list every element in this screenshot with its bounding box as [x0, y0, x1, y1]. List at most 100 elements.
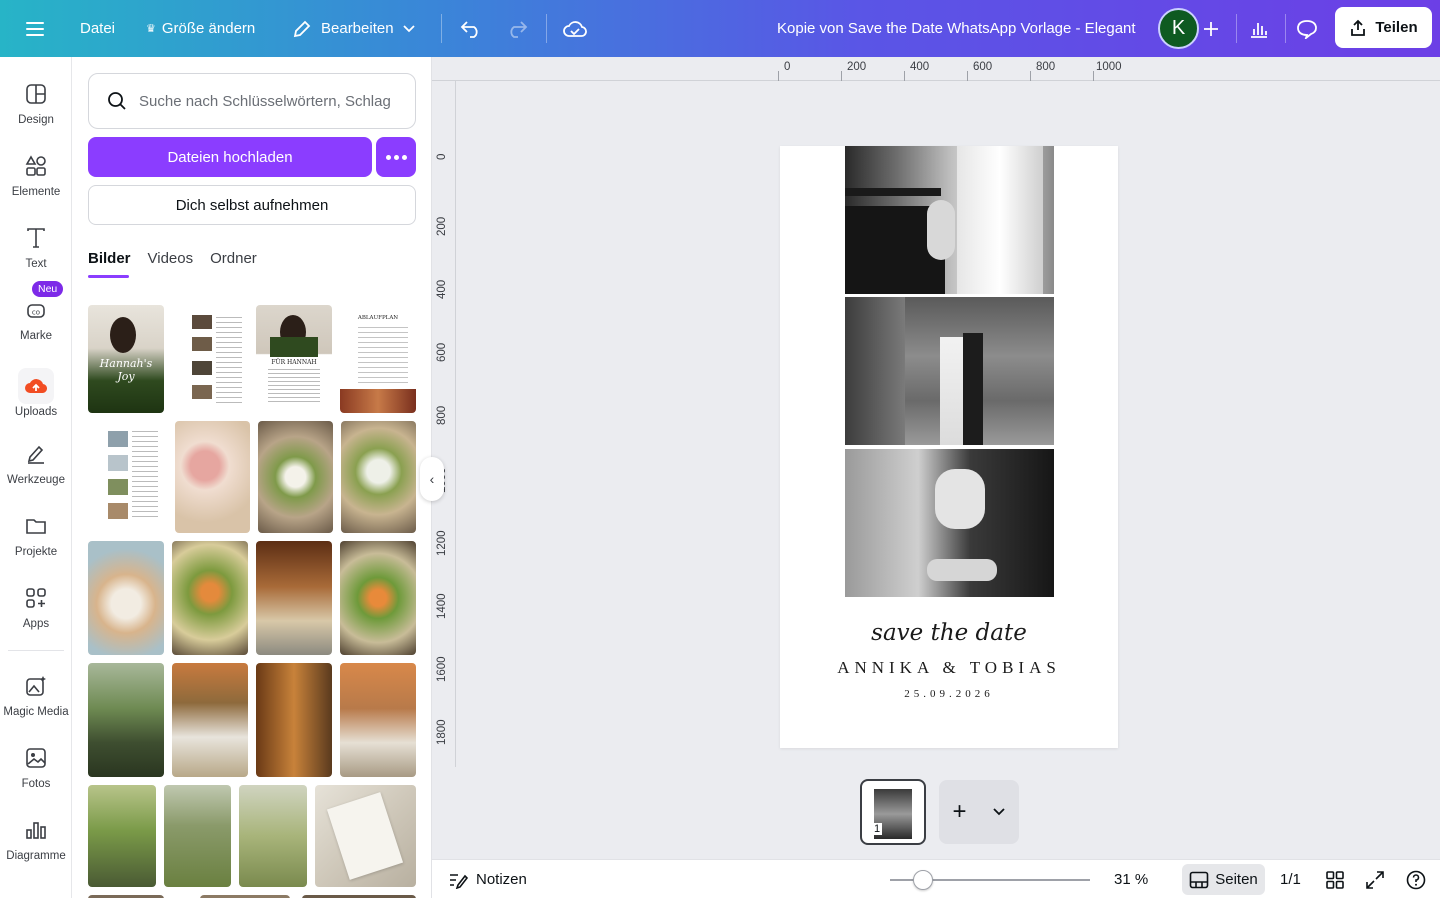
rail-item-magic-media[interactable]: Magic Media	[0, 672, 72, 718]
photo-embrace[interactable]	[845, 449, 1054, 597]
upload-thumbnail[interactable]	[164, 785, 231, 887]
pages-icon	[1189, 871, 1209, 888]
date-line[interactable]: 25.09.2026	[780, 688, 1118, 700]
upload-thumbnail[interactable]	[258, 421, 333, 533]
rail-item-uploads[interactable]: Uploads	[0, 368, 72, 418]
divider	[441, 14, 442, 43]
magic-media-icon	[22, 672, 50, 700]
file-menu[interactable]: Datei	[80, 0, 115, 57]
chevron-down-icon	[993, 808, 1006, 816]
search-icon	[108, 92, 126, 110]
notes-button[interactable]: Notizen	[448, 860, 527, 898]
divider	[8, 650, 64, 651]
ruler-top: 0 200 400 600 800 1000	[778, 57, 1440, 81]
zoom-slider-knob[interactable]	[913, 870, 933, 890]
upload-thumbnail[interactable]	[256, 541, 332, 655]
upload-files-button[interactable]: Dateien hochladen	[88, 137, 372, 177]
page-thumbnail[interactable]: 1	[860, 779, 926, 845]
add-page-button[interactable]: +	[939, 780, 1019, 844]
pencil-icon	[293, 20, 311, 37]
upload-thumbnail[interactable]	[172, 541, 248, 655]
uploads-panel: Suche nach Schlüsselwörtern, Schlag Date…	[72, 57, 432, 898]
upload-thumbnail[interactable]	[88, 785, 156, 887]
rail-item-tools[interactable]: Werkzeuge	[0, 440, 72, 486]
rail-item-brand[interactable]: co Marke	[0, 296, 72, 342]
tab-videos[interactable]: Videos	[148, 250, 194, 267]
apps-icon	[22, 584, 50, 612]
search-input[interactable]: Suche nach Schlüsselwörtern, Schlag	[88, 73, 416, 129]
undo-icon[interactable]	[460, 0, 482, 57]
search-placeholder: Suche nach Schlüsselwörtern, Schlag	[139, 92, 391, 110]
upload-thumbnail[interactable]	[239, 785, 307, 887]
help-icon[interactable]	[1406, 860, 1426, 898]
rail-item-elements[interactable]: Elemente	[0, 152, 72, 198]
upload-thumbnail[interactable]	[315, 785, 416, 887]
upload-thumbnail[interactable]	[172, 663, 248, 777]
ruler-corner	[432, 57, 778, 81]
grid-view-icon[interactable]	[1326, 860, 1344, 898]
ruler-left: 0 200 400 600 800 1000 1200 1400 1600 18…	[432, 81, 456, 767]
share-button[interactable]: Teilen	[1335, 7, 1432, 48]
bottom-bar: Notizen 31 % Seiten 1/1	[432, 859, 1440, 898]
tab-images[interactable]: Bilder	[88, 250, 131, 278]
upload-thumbnail[interactable]	[172, 305, 248, 413]
layout-icon	[22, 80, 50, 108]
new-badge: Neu	[32, 281, 64, 297]
menu-icon[interactable]	[26, 0, 46, 57]
avatar[interactable]: K	[1158, 8, 1199, 49]
divider	[1285, 14, 1286, 43]
collapse-panel-button[interactable]: ‹	[420, 457, 444, 501]
rail-item-text[interactable]: Text	[0, 224, 72, 270]
top-toolbar: Datei ♛ Größe ändern Bearbeiten Kopie vo…	[0, 0, 1440, 57]
rail-item-apps[interactable]: Apps	[0, 584, 72, 630]
ruler-ticks	[778, 71, 1094, 81]
insights-icon[interactable]	[1249, 0, 1269, 57]
upload-thumbnail[interactable]	[256, 663, 332, 777]
photo-couple[interactable]	[845, 297, 1054, 445]
crown-icon: ♛	[146, 23, 156, 35]
more-options-button[interactable]	[376, 137, 416, 177]
chevron-down-icon	[402, 24, 415, 32]
notes-icon	[450, 873, 468, 889]
script-line[interactable]: save the date	[780, 620, 1118, 646]
media-tabs: Bilder Videos Ordner	[88, 250, 257, 278]
canvas-area: 0 200 400 600 800 1000 0 200 400 600 800…	[420, 57, 1440, 859]
edit-menu[interactable]: Bearbeiten	[292, 0, 415, 57]
rail-item-photos[interactable]: Fotos	[0, 744, 72, 790]
upload-thumbnail[interactable]	[88, 541, 164, 655]
upload-thumbnail[interactable]	[340, 541, 416, 655]
document-title[interactable]: Kopie von Save the Date WhatsApp Vorlage…	[777, 0, 1136, 57]
zoom-level[interactable]: 31 %	[1114, 860, 1148, 898]
record-yourself-button[interactable]: Dich selbst aufnehmen	[88, 185, 416, 225]
cloud-saved-icon[interactable]	[563, 0, 587, 57]
comment-icon[interactable]	[1296, 0, 1318, 57]
upload-thumbnail[interactable]: ABLAUFPLAN	[340, 305, 416, 413]
photo-icon	[22, 744, 50, 772]
add-collaborator-icon[interactable]	[1202, 0, 1220, 57]
upload-thumbnail[interactable]	[88, 421, 164, 533]
shapes-icon	[22, 152, 50, 180]
tab-folders[interactable]: Ordner	[210, 250, 257, 267]
divider	[546, 14, 547, 43]
resize-button[interactable]: ♛ Größe ändern	[146, 0, 255, 57]
brand-icon: co	[22, 296, 50, 324]
rail-item-projects[interactable]: Projekte	[0, 512, 72, 558]
rail-item-charts[interactable]: Diagramme	[0, 816, 72, 862]
redo-icon[interactable]	[506, 0, 528, 57]
fullscreen-icon[interactable]	[1366, 860, 1384, 898]
pages-button[interactable]: Seiten	[1182, 864, 1265, 895]
upload-thumbnail[interactable]: Hannah's Joy	[88, 305, 164, 413]
names-line[interactable]: ANNIKA & TOBIAS	[780, 658, 1118, 678]
photo-hands[interactable]	[845, 146, 1054, 294]
svg-text:co: co	[32, 309, 40, 317]
upload-thumbnail[interactable]	[175, 421, 250, 533]
upload-thumbnail[interactable]	[341, 421, 416, 533]
upload-thumbnail[interactable]	[340, 663, 416, 777]
page-number: 1	[872, 823, 883, 835]
rail-item-design[interactable]: Design	[0, 80, 72, 126]
upload-thumbnail[interactable]	[88, 663, 164, 777]
design-page[interactable]: save the date ANNIKA & TOBIAS 25.09.2026	[780, 146, 1118, 748]
page-count: 1/1	[1280, 871, 1301, 888]
upload-thumbnail[interactable]: FÜR HANNAH	[256, 305, 332, 413]
share-icon	[1351, 19, 1366, 36]
